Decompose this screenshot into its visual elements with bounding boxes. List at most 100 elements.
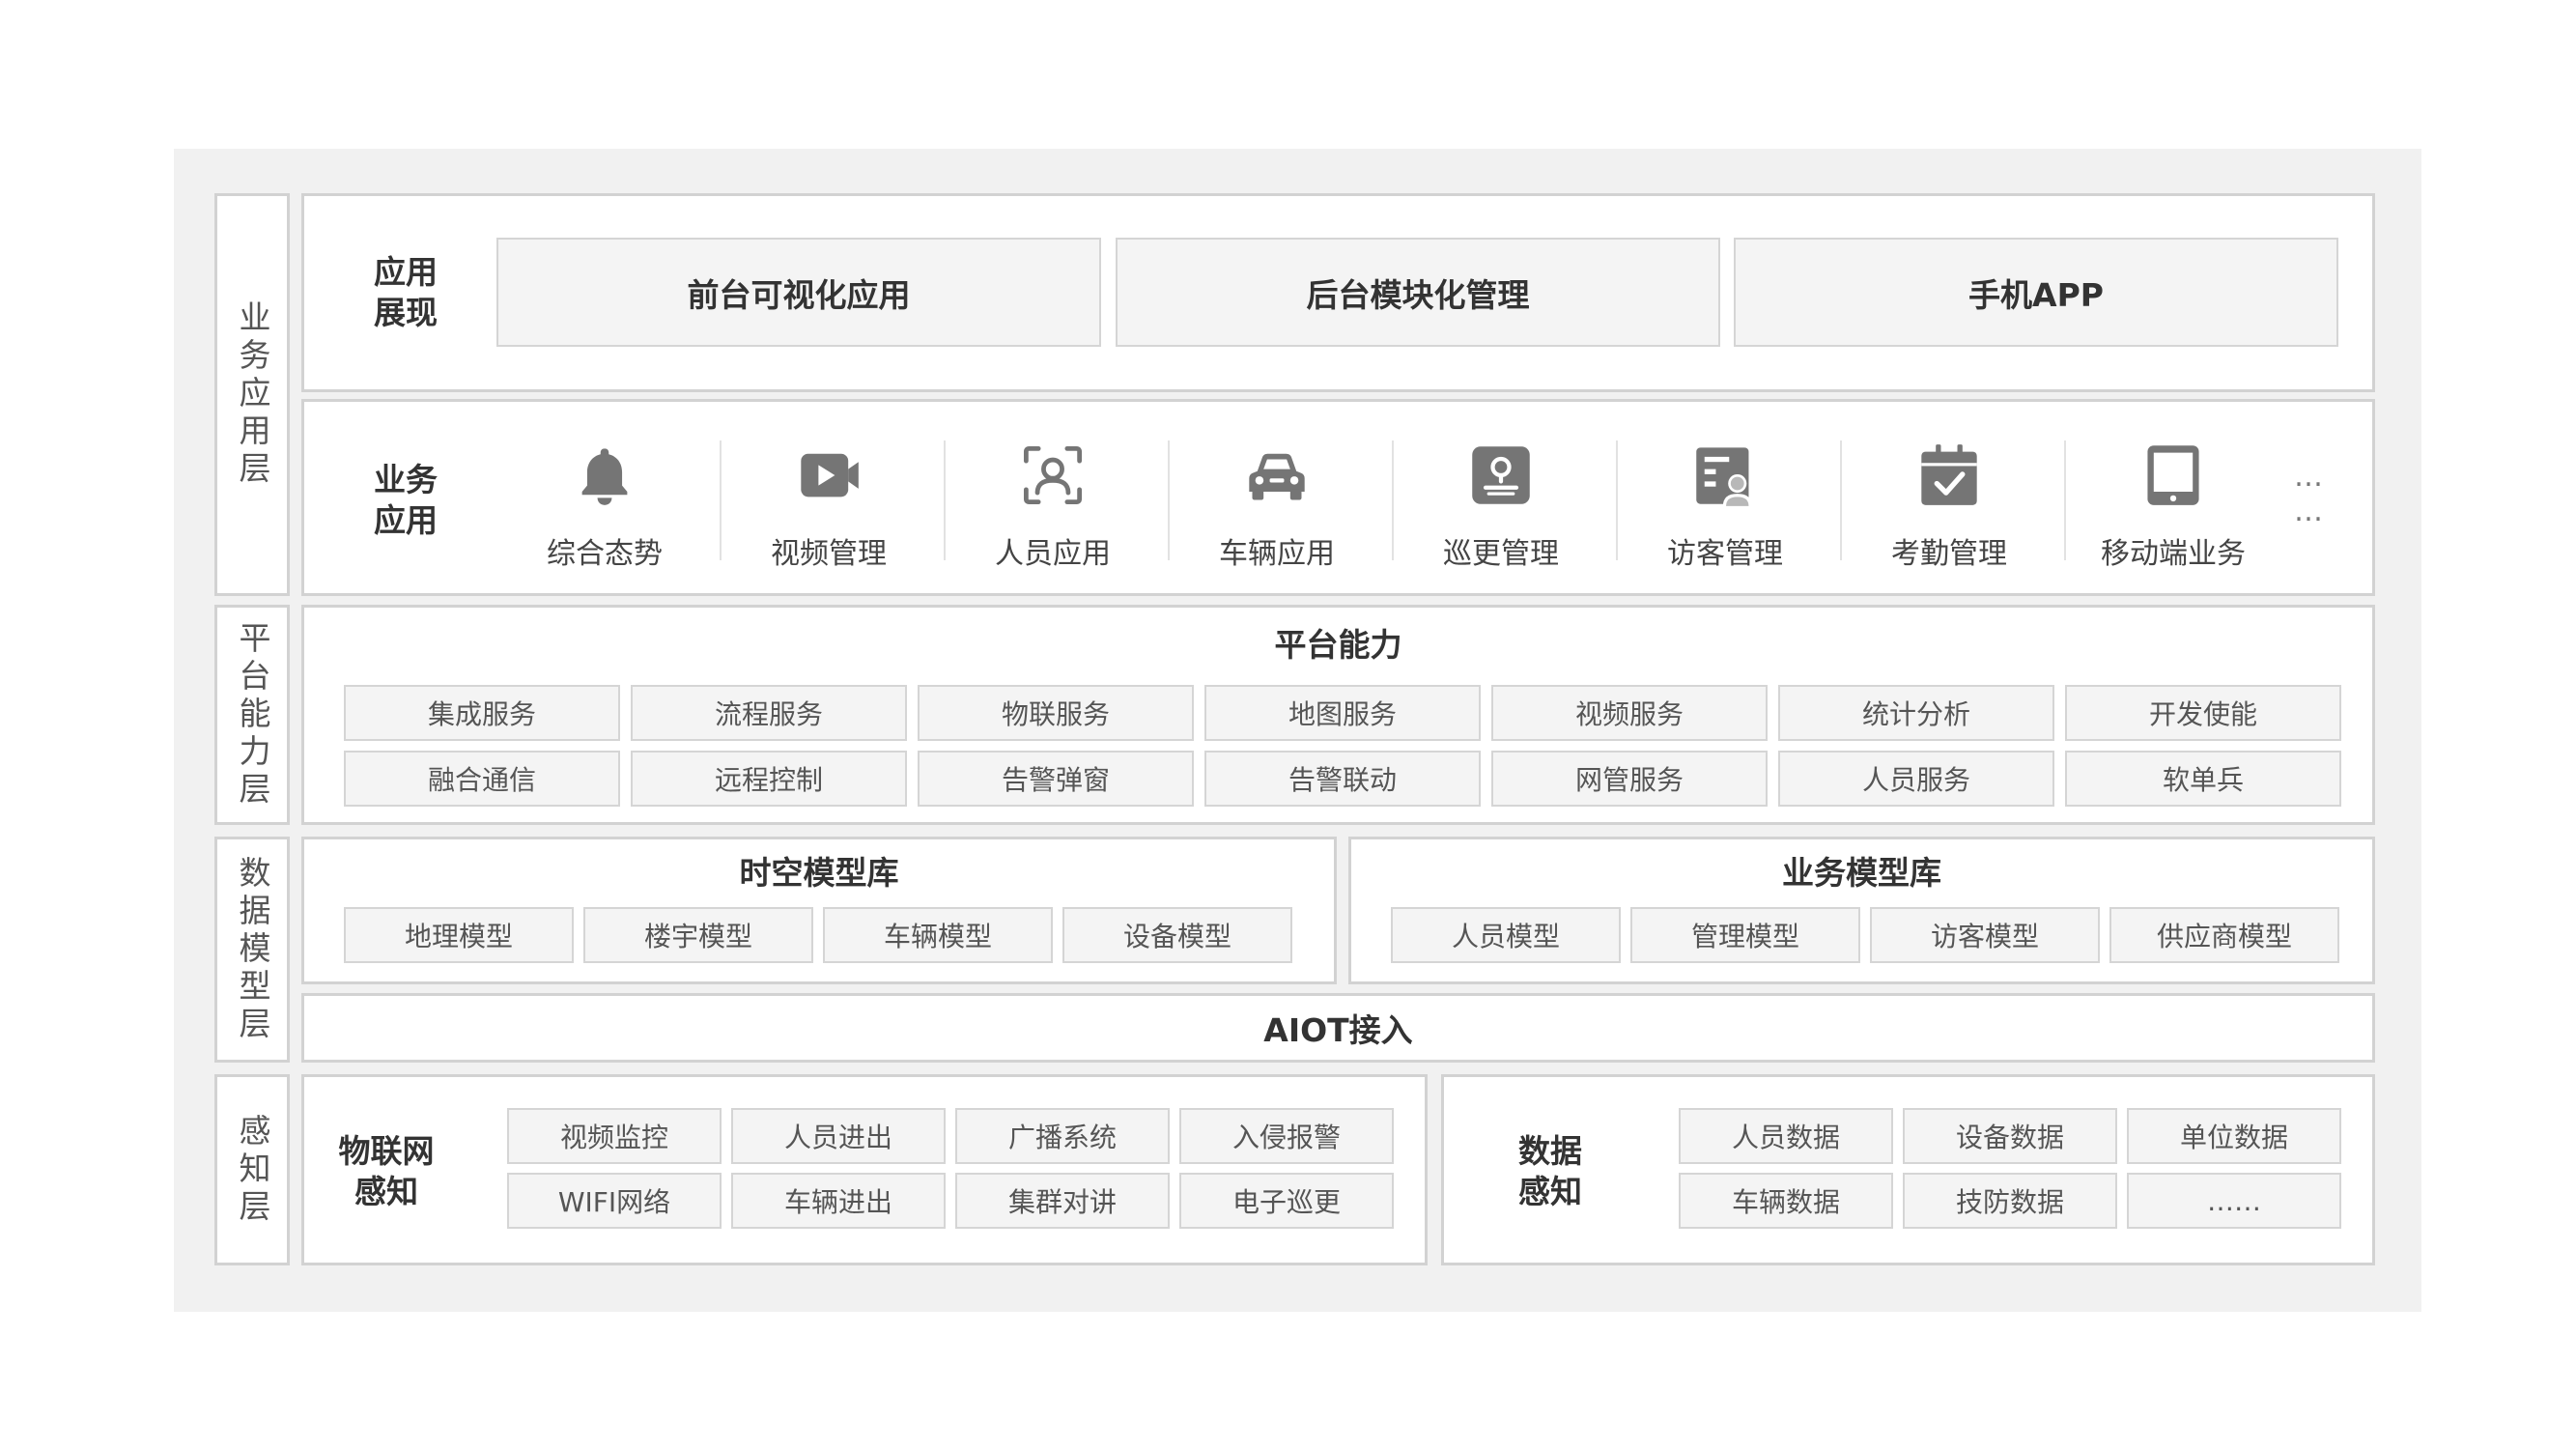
- car-icon: [1249, 453, 1305, 500]
- aiot-access-title: AIOT接入: [1263, 1011, 1413, 1049]
- layer-label-data-model: 数据模型层: [214, 837, 290, 1063]
- spatial-model-cell: 地理模型: [344, 907, 574, 963]
- data-perception-cell: 单位数据: [2127, 1108, 2341, 1164]
- more-apps-line2: …: [2294, 495, 2323, 528]
- bell-icon: [581, 448, 628, 505]
- data-perception-cell: ……: [2127, 1173, 2341, 1229]
- app-display-label-line2: 展现: [374, 294, 438, 331]
- app-display-backend: 后台模块化管理: [1116, 238, 1720, 347]
- business-app-visitor: 访客管理: [1613, 437, 1837, 572]
- platform-cell: 远程控制: [631, 751, 907, 807]
- iot-perception-label-line1: 物联网: [338, 1132, 435, 1170]
- iot-cell: 电子巡更: [1179, 1173, 1394, 1229]
- business-app-patrol-label: 巡更管理: [1443, 537, 1559, 571]
- iot-cell: 人员进出: [731, 1108, 946, 1164]
- app-display-backend-text: 后台模块化管理: [1306, 275, 1530, 314]
- business-app-vehicle: 车辆应用: [1165, 437, 1389, 572]
- platform-cell: 集成服务: [344, 685, 620, 741]
- spatial-model-panel: 时空模型库 地理模型 楼宇模型 车辆模型 设备模型: [301, 837, 1337, 984]
- data-perception-panel: 数据 感知 人员数据 设备数据 单位数据 车辆数据 技防数据 ……: [1441, 1074, 2375, 1265]
- data-perception-label-line2: 感知: [1518, 1173, 1582, 1210]
- business-app-personnel: 人员应用: [941, 437, 1165, 572]
- platform-cell: 软单兵: [2065, 751, 2341, 807]
- platform-cell: 开发使能: [2065, 685, 2341, 741]
- visitor-card-icon: [1696, 447, 1752, 506]
- platform-cell: 融合通信: [344, 751, 620, 807]
- platform-cell: 人员服务: [1778, 751, 2054, 807]
- patrol-checkpoint-icon: [1472, 446, 1530, 504]
- iot-cell: 视频监控: [507, 1108, 722, 1164]
- iot-cell: WIFI网络: [507, 1173, 722, 1229]
- business-app-personnel-label: 人员应用: [995, 537, 1111, 571]
- iot-cell: 集群对讲: [955, 1173, 1170, 1229]
- business-app-vehicle-label: 车辆应用: [1219, 537, 1335, 571]
- business-apps-label: 业务 应用: [343, 442, 468, 558]
- layer-label-perception: 感知层: [214, 1074, 290, 1265]
- business-model-panel: 业务模型库 人员模型 管理模型 访客模型 供应商模型: [1348, 837, 2375, 984]
- business-model-title: 业务模型库: [1782, 854, 1941, 892]
- app-display-label: 应用 展现: [343, 235, 468, 351]
- business-apps-label-line1: 业务: [374, 461, 438, 498]
- business-apps-label-line2: 应用: [374, 501, 438, 539]
- layer-label-platform: 平台能力层: [214, 605, 290, 825]
- iot-perception-label: 物联网 感知: [333, 1114, 478, 1230]
- business-app-overview-label: 综合态势: [547, 537, 663, 571]
- business-model-cell: 供应商模型: [2109, 907, 2339, 963]
- iot-cell: 广播系统: [955, 1108, 1170, 1164]
- spatial-model-cell: 楼宇模型: [583, 907, 813, 963]
- business-app-mobile-label: 移动端业务: [2101, 537, 2246, 571]
- spatial-model-cell: 设备模型: [1062, 907, 1292, 963]
- platform-cell: 物联服务: [918, 685, 1194, 741]
- data-perception-label-line1: 数据: [1518, 1132, 1582, 1170]
- business-app-patrol: 巡更管理: [1389, 437, 1613, 572]
- app-display-mobile-text: 手机APP: [1968, 275, 2104, 314]
- more-apps-line1: …: [2294, 460, 2323, 494]
- layer-label-data-model-text: 数据模型层: [234, 855, 271, 1044]
- business-app-overview: 综合态势: [493, 437, 717, 572]
- platform-cell: 统计分析: [1778, 685, 2054, 741]
- platform-cell: 网管服务: [1491, 751, 1768, 807]
- layer-label-perception-text: 感知层: [234, 1113, 271, 1227]
- calendar-check-icon: [1921, 444, 1977, 505]
- platform-cell: 地图服务: [1204, 685, 1481, 741]
- app-display-frontend-text: 前台可视化应用: [687, 275, 911, 314]
- platform-panel: 平台能力 集成服务 流程服务 物联服务 地图服务 视频服务 统计分析 开发使能 …: [301, 605, 2375, 825]
- more-apps-ellipsis: … …: [2279, 460, 2337, 529]
- business-model-cell: 人员模型: [1391, 907, 1621, 963]
- layer-label-business-text: 业务应用层: [234, 300, 271, 489]
- layer-label-business: 业务应用层: [214, 193, 290, 596]
- face-scan-icon: [1023, 445, 1083, 505]
- data-perception-cell: 车辆数据: [1679, 1173, 1893, 1229]
- layer-label-platform-text: 平台能力层: [234, 620, 271, 810]
- app-display-mobile: 手机APP: [1734, 238, 2338, 347]
- platform-title: 平台能力: [1274, 626, 1402, 664]
- platform-cell: 告警联动: [1204, 751, 1481, 807]
- platform-cell: 流程服务: [631, 685, 907, 741]
- iot-cell: 车辆进出: [731, 1173, 946, 1229]
- video-camera-icon: [801, 453, 859, 497]
- data-perception-cell: 技防数据: [1903, 1173, 2117, 1229]
- business-app-video-label: 视频管理: [771, 537, 887, 571]
- business-model-cell: 访客模型: [1870, 907, 2100, 963]
- platform-cell: 视频服务: [1491, 685, 1768, 741]
- iot-cell: 入侵报警: [1179, 1108, 1394, 1164]
- data-perception-cell: 设备数据: [1903, 1108, 2117, 1164]
- business-app-attendance: 考勤管理: [1837, 437, 2061, 572]
- spatial-model-title: 时空模型库: [739, 854, 899, 892]
- iot-perception-label-line2: 感知: [354, 1173, 418, 1210]
- data-perception-cell: 人员数据: [1679, 1108, 1893, 1164]
- platform-cell: 告警弹窗: [918, 751, 1194, 807]
- app-display-frontend: 前台可视化应用: [496, 238, 1101, 347]
- tablet-icon: [2147, 445, 2199, 505]
- business-app-video: 视频管理: [717, 437, 941, 572]
- data-perception-label: 数据 感知: [1483, 1114, 1618, 1230]
- spatial-model-cell: 车辆模型: [823, 907, 1053, 963]
- business-app-attendance-label: 考勤管理: [1891, 537, 2007, 571]
- app-display-label-line1: 应用: [374, 253, 438, 291]
- business-model-cell: 管理模型: [1630, 907, 1860, 963]
- business-app-visitor-label: 访客管理: [1667, 537, 1783, 571]
- app-display-panel: 应用 展现 前台可视化应用 后台模块化管理 手机APP: [301, 193, 2375, 392]
- business-apps-panel: 业务 应用 综合态势 视频管理 人员应用 车辆应用 巡更管理 访客管理 考勤管理…: [301, 399, 2375, 596]
- aiot-access-panel: AIOT接入: [301, 993, 2375, 1063]
- iot-perception-panel: 物联网 感知 视频监控 人员进出 广播系统 入侵报警 WIFI网络 车辆进出 集…: [301, 1074, 1428, 1265]
